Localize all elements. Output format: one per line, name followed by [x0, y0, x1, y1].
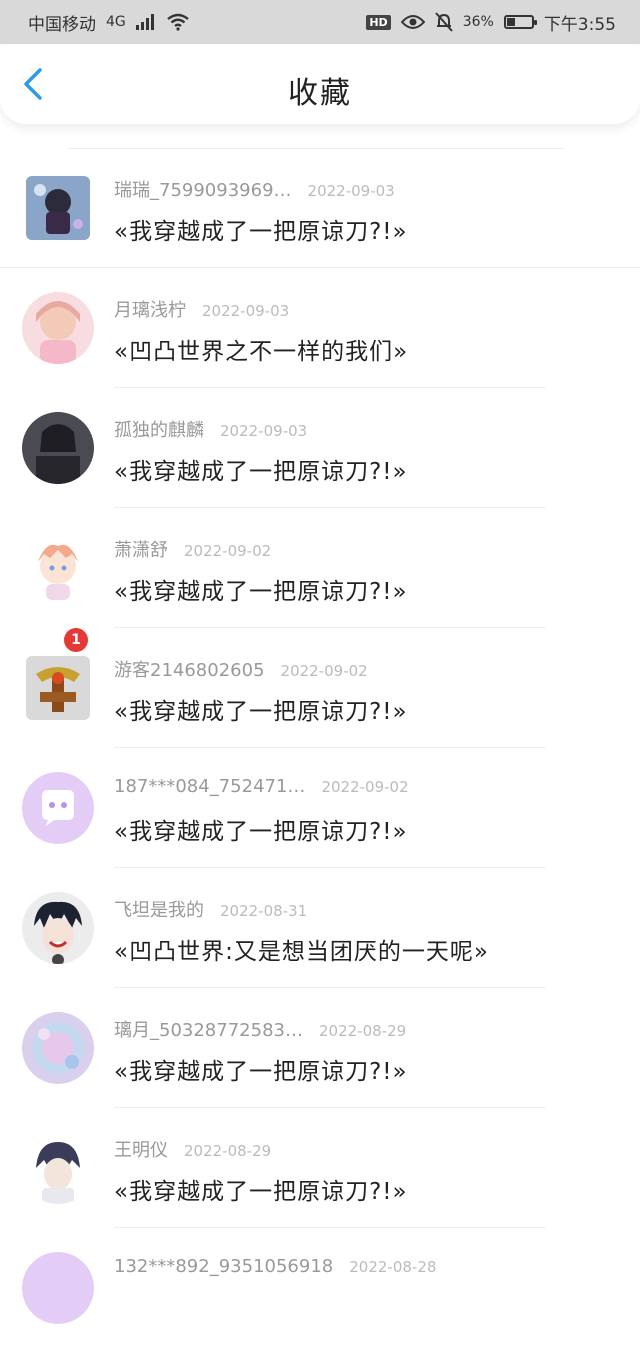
wifi-icon: [167, 13, 189, 31]
user-name: 游客2146802605: [114, 660, 265, 681]
favorite-date: 2022-08-29: [318, 1022, 407, 1040]
book-title: «我穿越成了一把原谅刀?!»: [114, 1179, 408, 1205]
list-item[interactable]: 孤独的麒麟 2022-09-03 «我穿越成了一把原谅刀?!»: [0, 388, 640, 508]
book-title: «我穿越成了一把原谅刀?!»: [114, 699, 408, 725]
avatar: [26, 656, 90, 720]
avatar: [22, 1252, 94, 1324]
user-name: 187***084_752471…: [114, 776, 306, 797]
avatar: [22, 412, 94, 484]
list-item[interactable]: 萧潇舒 2022-09-02 «我穿越成了一把原谅刀?!»: [0, 508, 640, 628]
carrier-label: 中国移动: [28, 14, 96, 35]
user-name: 璃月_50328772583…: [114, 1020, 303, 1041]
book-title: «我穿越成了一把原谅刀?!»: [114, 819, 408, 845]
header-bar: 收藏: [0, 44, 640, 124]
list-item[interactable]: 187***084_752471… 2022-09-02 «我穿越成了一把原谅刀?…: [0, 748, 640, 868]
list-item[interactable]: 瑞瑞_7599093969… 2022-09-03 «我穿越成了一把原谅刀?!»: [0, 148, 640, 268]
favorite-date: 2022-09-02: [280, 662, 368, 680]
avatar: [22, 532, 94, 604]
user-name: 王明仪: [114, 1140, 168, 1161]
list-item[interactable]: 1 游客2146802605 2022-09-02 «我穿越成了一把原谅刀?!»: [0, 626, 640, 748]
avatar: [22, 892, 94, 964]
book-title: «我穿越成了一把原谅刀?!»: [114, 459, 408, 485]
book-title: «凹凸世界之不一样的我们»: [114, 339, 409, 365]
book-title: «凹凸世界:又是想当团厌的一天呢»: [114, 939, 489, 965]
favorite-date: 2022-08-31: [220, 902, 308, 920]
battery-icon: [503, 15, 537, 29]
user-name: 月璃浅柠: [114, 300, 186, 321]
favorite-date: 2022-09-03: [307, 182, 395, 200]
book-title: «我穿越成了一把原谅刀?!»: [114, 579, 408, 605]
book-title: «我穿越成了一把原谅刀?!»: [114, 1059, 408, 1085]
network-type: 4G: [106, 14, 126, 30]
hd-icon: HD: [366, 14, 391, 30]
favorite-date: 2022-08-29: [184, 1142, 272, 1160]
list-item[interactable]: 132***892_9351056918 2022-08-28: [0, 1228, 640, 1348]
clock: 下午3:55: [543, 14, 616, 35]
favorite-date: 2022-09-03: [202, 302, 290, 320]
favorite-date: 2022-09-03: [220, 422, 308, 440]
favorite-date: 2022-08-28: [349, 1258, 437, 1276]
favorite-date: 2022-09-02: [321, 778, 409, 796]
list-item[interactable]: 月璃浅柠 2022-09-03 «凹凸世界之不一样的我们»: [0, 268, 640, 388]
user-name: 瑞瑞_7599093969…: [114, 180, 292, 201]
list-item[interactable]: 王明仪 2022-08-29 «我穿越成了一把原谅刀?!»: [0, 1108, 640, 1228]
user-name: 萧潇舒: [114, 540, 168, 561]
eye-icon: [400, 15, 425, 29]
avatar: [22, 772, 94, 844]
list-item[interactable]: 璃月_50328772583… 2022-08-29 «我穿越成了一把原谅刀?!»: [0, 988, 640, 1108]
avatar: [22, 1132, 94, 1204]
list-item[interactable]: 飞坦是我的 2022-08-31 «凹凸世界:又是想当团厌的一天呢»: [0, 868, 640, 988]
user-name: 飞坦是我的: [114, 900, 204, 921]
signal-icon: [135, 14, 154, 30]
battery-percent: 36%: [462, 14, 494, 30]
user-name: 孤独的麒麟: [114, 420, 204, 441]
page-title: 收藏: [288, 76, 352, 111]
status-bar: 中国移动 4G HD 36% 下午3:55: [0, 0, 640, 44]
favorite-date: 2022-09-02: [184, 542, 272, 560]
avatar: [26, 176, 90, 240]
notification-badge: 1: [62, 626, 90, 654]
user-name: 132***892_9351056918: [114, 1256, 334, 1277]
book-title: «我穿越成了一把原谅刀?!»: [114, 219, 408, 245]
avatar: [22, 292, 94, 364]
avatar: [22, 1012, 94, 1084]
mute-bell-icon: [434, 12, 453, 32]
